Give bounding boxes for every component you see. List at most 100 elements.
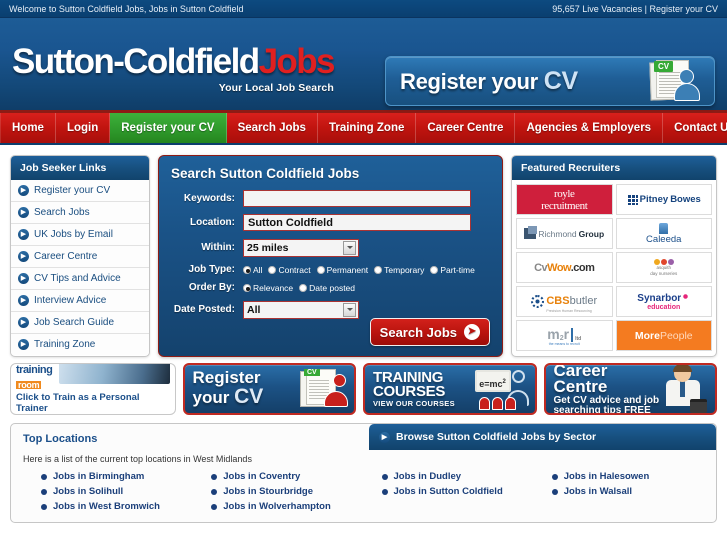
recruiter-logo-pitney-bowes[interactable]: Pitney Bowes: [615, 184, 712, 215]
location-link[interactable]: Jobs in Wolverhampton: [193, 501, 363, 512]
site-logo[interactable]: Sutton-ColdfieldJobs Your Local Job Sear…: [12, 44, 335, 94]
radio-icon: [430, 265, 439, 274]
jobtype-label: Job Type:: [188, 264, 235, 275]
radio-icon: [374, 265, 383, 274]
recruiter-logo-royle-recruitment[interactable]: royle recruitment: [516, 184, 613, 215]
location-link[interactable]: Jobs in Coventry: [193, 471, 363, 482]
recruiter-logo-richmond-group[interactable]: Richmond Group: [516, 218, 613, 249]
sidebar-item-register-your-cv[interactable]: ▶ Register your CV: [11, 180, 149, 202]
sidebar-item-training-zone[interactable]: ▶ Training Zone: [11, 334, 149, 355]
location-link[interactable]: Jobs in Sutton Coldfield: [364, 486, 534, 497]
orderby-option-label: Relevance: [253, 282, 294, 293]
recruiter-logo-synarbor-education[interactable]: Synarbor education: [615, 286, 712, 317]
sidebar-item-label: Job Search Guide: [34, 317, 115, 328]
jobtype-radio-temporary[interactable]: Temporary: [374, 265, 424, 275]
main-content-row: Job Seeker Links ▶ Register your CV ▶ Se…: [0, 145, 727, 357]
synarbor-flower-icon: [681, 292, 691, 301]
location-link[interactable]: Jobs in Dudley: [364, 471, 534, 482]
location-link[interactable]: Jobs in Walsall: [534, 486, 704, 497]
recruiter-name-line1: Richmond: [538, 228, 577, 239]
orderby-radio-relevance[interactable]: Relevance: [243, 283, 293, 293]
live-vacancies-text[interactable]: 95,657 Live Vacancies | Register your CV: [552, 4, 718, 14]
promo-career-centre[interactable]: Career Centre Get CV advice and job sear…: [543, 363, 717, 415]
businessman-icon: [664, 365, 707, 413]
jobtype-option-label: All: [253, 264, 263, 275]
recruiter-logo-cvwow[interactable]: CvWow.com: [516, 252, 613, 283]
page-root: Welcome to Sutton Coldfield Jobs, Jobs i…: [0, 0, 727, 545]
training-room-photo: [59, 364, 170, 384]
orderby-radio-group: Relevance Date posted: [243, 283, 355, 293]
recruiter-name-line1: Cv: [534, 261, 548, 274]
jobtype-radio-contract[interactable]: Contract: [268, 264, 311, 275]
promo-training-courses-text: TRAINING COURSES VIEW OUR COURSES: [373, 370, 455, 408]
bullet-icon: [211, 473, 218, 480]
promo-career-centre-text: Career Centre Get CV advice and job sear…: [553, 365, 664, 415]
nav-item-home[interactable]: Home: [0, 113, 56, 143]
jobtype-radio-part-time[interactable]: Part-time: [430, 265, 475, 275]
location-input[interactable]: [243, 214, 471, 231]
recruiter-tagline: the means to recruit: [548, 341, 580, 346]
promo-training-courses[interactable]: TRAINING COURSES VIEW OUR COURSES e=mc2: [363, 363, 537, 415]
sidebar-item-cv-tips-and-advice[interactable]: ▶ CV Tips and Advice: [11, 268, 149, 290]
cv-banner-accent: CV: [543, 66, 578, 95]
dateposted-select[interactable]: [243, 301, 359, 319]
main-navigation: Home Login Register your CV Search Jobs …: [0, 113, 727, 145]
location-link[interactable]: Jobs in Halesowen: [534, 471, 704, 482]
promo-register-cv-text: Register your CV: [193, 370, 264, 407]
location-link[interactable]: Jobs in Birmingham: [23, 471, 193, 482]
recruiter-name-line3: .com: [570, 261, 595, 274]
recruiter-logo-morepeople[interactable]: More People: [615, 320, 712, 351]
nav-item-training-zone[interactable]: Training Zone: [318, 113, 417, 143]
within-row: Within:: [171, 238, 490, 257]
recruiter-logo-m2r[interactable]: m 2 r ltd the means to recruit: [516, 320, 613, 351]
sidebar-item-job-search-guide[interactable]: ▶ Job Search Guide: [11, 312, 149, 334]
welcome-text: Welcome to Sutton Coldfield Jobs, Jobs i…: [9, 3, 244, 14]
orderby-radio-date-posted[interactable]: Date posted: [299, 283, 355, 293]
location-label: Jobs in Dudley: [393, 471, 462, 482]
nav-item-search-jobs[interactable]: Search Jobs: [227, 113, 318, 143]
recruiter-logo-asquith-day-nurseries[interactable]: asquith day nurseries: [615, 252, 712, 283]
sidebar-item-interview-advice[interactable]: ▶ Interview Advice: [11, 290, 149, 312]
keywords-input[interactable]: [243, 190, 471, 207]
location-label: Jobs in Wolverhampton: [223, 501, 331, 512]
browse-by-sector-header[interactable]: ▶ Browse Sutton Coldfield Jobs by Sector: [369, 424, 716, 450]
person-avatar-icon: [674, 69, 700, 101]
nav-item-contact-us[interactable]: Contact Us: [663, 113, 727, 143]
sidebar-item-career-centre[interactable]: ▶ Career Centre: [11, 246, 149, 268]
bullet-icon: [41, 488, 47, 495]
recruiter-logo-cbs-butler[interactable]: CBSbutler Precision Human Resourcing: [516, 286, 613, 317]
bullet-icon: [211, 488, 218, 495]
jobtype-option-label: Contract: [278, 264, 311, 275]
search-jobs-button[interactable]: Search Jobs ➤: [369, 318, 490, 346]
nav-item-login[interactable]: Login: [56, 113, 111, 143]
sidebar-item-label: Interview Advice: [34, 295, 107, 306]
location-label: Jobs in Sutton Coldfield: [393, 486, 503, 497]
promo-training-room[interactable]: The training room Click to Train as a Pe…: [10, 363, 176, 415]
jobtype-radio-all[interactable]: All: [243, 265, 262, 275]
header-register-cv-banner[interactable]: Register your CV CV: [385, 56, 715, 106]
within-select[interactable]: [243, 239, 359, 257]
radio-selected-icon: [243, 283, 251, 292]
asquith-mark-icon: [653, 258, 674, 265]
people-icon: [478, 397, 516, 410]
promo-career-line3: searching tips FREE: [553, 404, 651, 415]
chevron-right-icon: ▶: [18, 229, 29, 240]
nav-item-career-centre[interactable]: Career Centre: [416, 113, 516, 143]
orderby-option-label: Date posted: [309, 282, 356, 293]
location-link[interactable]: Jobs in West Bromwich: [23, 501, 193, 512]
radio-icon: [299, 283, 308, 292]
sidebar-item-uk-jobs-by-email[interactable]: ▶ UK Jobs by Email: [11, 224, 149, 246]
location-label: Jobs in West Bromwich: [53, 501, 160, 512]
promo-register-cv[interactable]: Register your CV CV: [182, 363, 356, 415]
bullet-icon: [381, 488, 388, 495]
recruiter-name-line2: People: [659, 329, 693, 342]
jobtype-radio-permanent[interactable]: Permanent: [316, 265, 368, 275]
bullet-icon: [211, 503, 218, 510]
recruiter-name-line1: More: [634, 329, 660, 342]
nav-item-register-your-cv[interactable]: Register your CV: [110, 113, 227, 143]
location-link[interactable]: Jobs in Stourbridge: [193, 486, 363, 497]
nav-item-agencies-employers[interactable]: Agencies & Employers: [515, 113, 664, 143]
location-link[interactable]: Jobs in Solihull: [23, 486, 193, 497]
recruiter-logo-caleeda[interactable]: Caleeda: [615, 218, 712, 249]
sidebar-item-search-jobs[interactable]: ▶ Search Jobs: [11, 202, 149, 224]
